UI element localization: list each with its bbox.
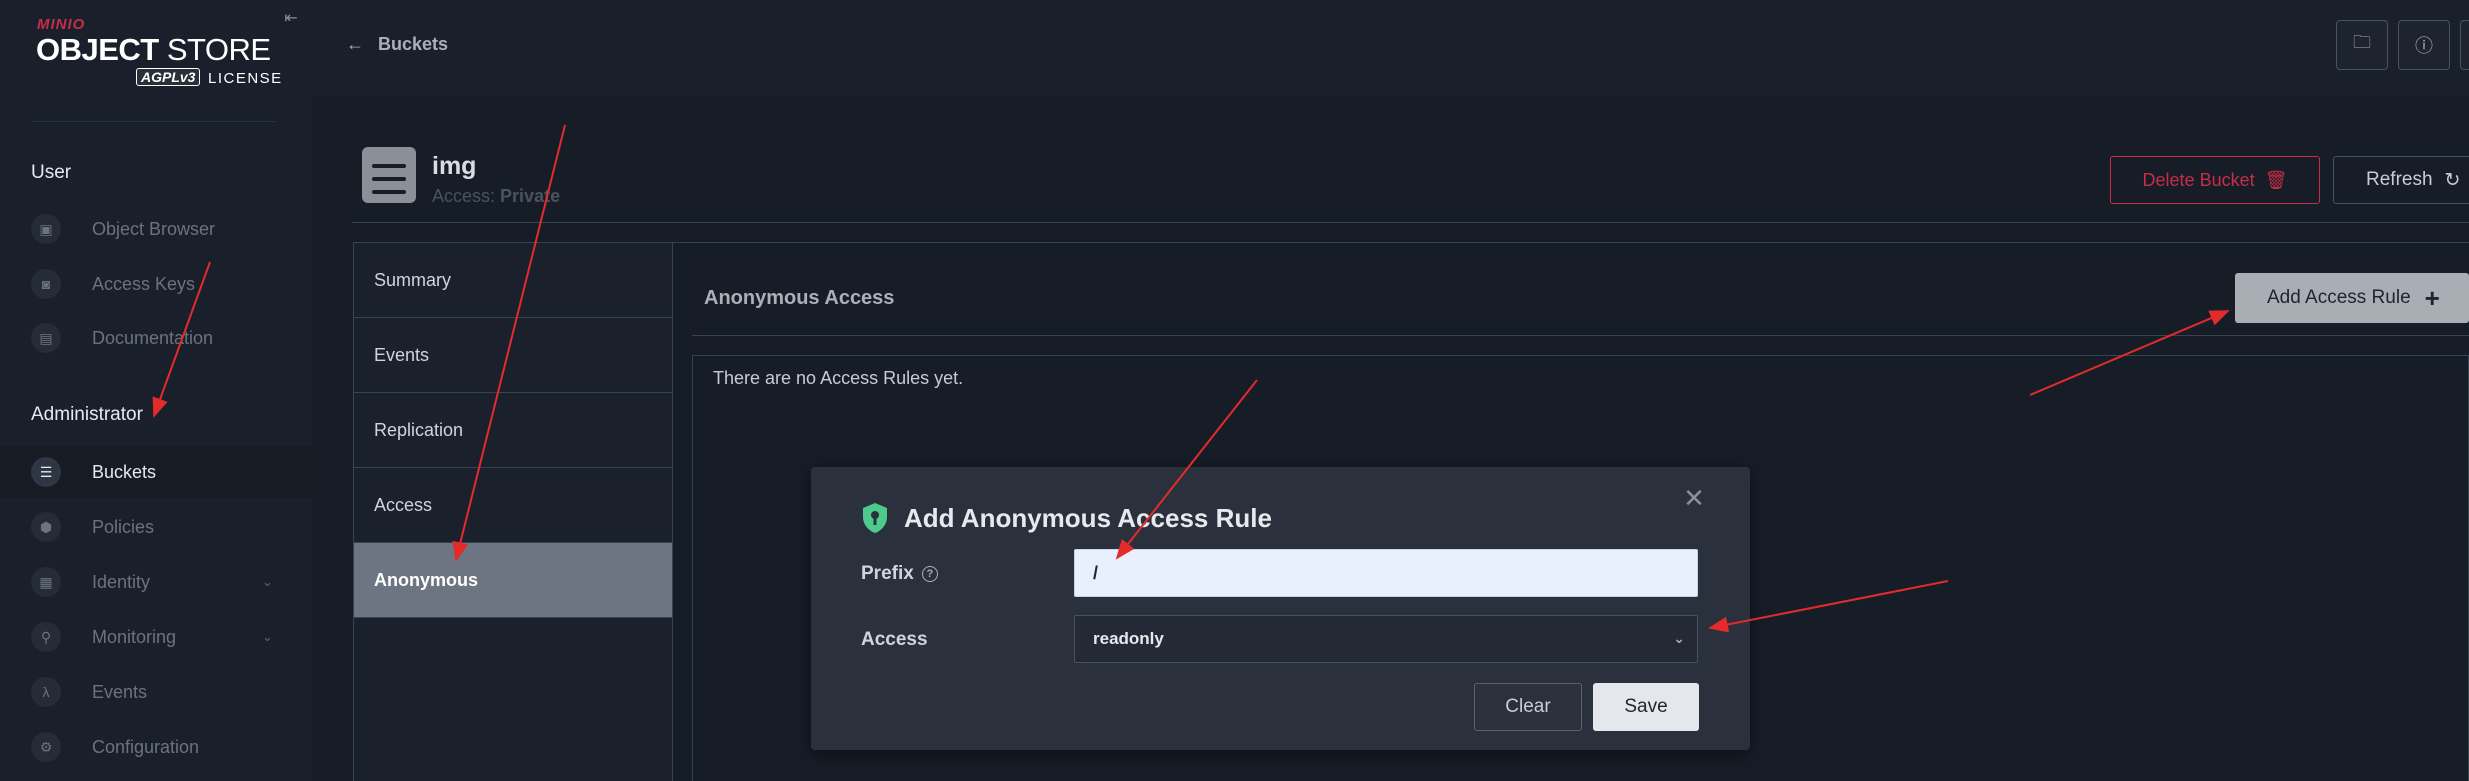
access-select-value: readonly	[1093, 629, 1164, 648]
sidebar-item-label: Object Browser	[92, 218, 216, 239]
sidebar-item-policies[interactable]: ⬢ Policies	[0, 501, 312, 553]
monitoring-icon: ⚲	[31, 622, 61, 652]
access-keys-icon: ◙	[31, 269, 61, 299]
sidebar-item-label: Policies	[92, 516, 155, 537]
sidebar-item-label: Access Keys	[92, 273, 196, 294]
delete-bucket-label: Delete Bucket	[2142, 169, 2255, 190]
sidebar-item-object-browser[interactable]: ▣ Object Browser	[0, 203, 312, 255]
sidebar-item-buckets[interactable]: ☰ Buckets	[0, 446, 312, 498]
documentation-icon: ▤	[31, 323, 61, 353]
bucket-large-icon	[362, 147, 416, 203]
sidebar-section-administrator: Administrator	[31, 404, 143, 425]
sidebar-item-label: Monitoring	[92, 626, 177, 647]
back-label: Buckets	[378, 34, 449, 54]
chevron-down-icon[interactable]: ⌄	[262, 629, 273, 645]
tab-events[interactable]: Events	[354, 318, 672, 393]
brand-license: LICENSE	[208, 70, 283, 87]
chevron-down-icon: ⌄	[1673, 630, 1685, 646]
collapse-sidebar-icon[interactable]: ⇤	[280, 8, 302, 30]
prefix-label: Prefix ?	[861, 563, 938, 585]
add-access-rule-button[interactable]: Add Access Rule +	[2235, 273, 2469, 323]
bucket-name: img	[432, 152, 477, 180]
tab-access[interactable]: Access	[354, 468, 672, 543]
gear-icon: ⚙	[31, 732, 61, 762]
header-divider	[352, 222, 2469, 223]
add-access-rule-modal: ✕ Add Anonymous Access Rule Prefix ? Acc…	[811, 467, 1750, 750]
brand-mini: MINIO	[37, 16, 86, 33]
object-browser-icon: ▣	[31, 214, 61, 244]
sidebar-item-label: Identity	[92, 571, 151, 592]
help-button[interactable]: ⓘ	[2398, 20, 2450, 70]
sidebar-item-access-keys[interactable]: ◙ Access Keys	[0, 258, 312, 310]
shield-icon	[863, 503, 887, 533]
access-label: Access	[861, 629, 928, 650]
sidebar-item-documentation[interactable]: ▤ Documentation	[0, 312, 312, 364]
close-icon[interactable]: ✕	[1679, 483, 1709, 513]
policies-icon: ⬢	[31, 512, 61, 542]
add-access-rule-label: Add Access Rule	[2267, 287, 2411, 308]
refresh-button[interactable]: Refresh ↻	[2333, 156, 2469, 204]
tab-anonymous[interactable]: Anonymous	[354, 543, 672, 618]
modal-title: Add Anonymous Access Rule	[904, 503, 1272, 533]
refresh-label: Refresh	[2366, 169, 2433, 190]
folder-button[interactable]: 🗀	[2336, 20, 2388, 70]
save-button[interactable]: Save	[1593, 683, 1699, 731]
sidebar-item-label: Documentation	[92, 327, 214, 348]
sidebar: MINIO OBJECT STORE AGPLv3 LICENSE ⇤ User…	[0, 0, 312, 781]
more-button[interactable]	[2460, 20, 2469, 70]
folder-icon: 🗀	[2353, 32, 2371, 52]
bucket-access: Access: Private	[432, 186, 561, 206]
sidebar-item-label: Configuration	[92, 736, 200, 757]
refresh-icon: ↻	[2444, 169, 2461, 191]
identity-icon: ▦	[31, 567, 61, 597]
sidebar-item-configuration[interactable]: ⚙ Configuration	[0, 721, 312, 773]
sidebar-item-identity[interactable]: ▦ Identity ⌄	[0, 556, 312, 608]
empty-rules-message: There are no Access Rules yet.	[713, 368, 964, 388]
sidebar-item-events[interactable]: λ Events	[0, 666, 312, 718]
sidebar-item-label: Buckets	[92, 461, 157, 482]
help-icon: ⓘ	[2415, 36, 2433, 56]
tab-replication[interactable]: Replication	[354, 393, 672, 468]
back-to-buckets-link[interactable]: ← Buckets	[346, 34, 448, 55]
minio-logo: MINIO OBJECT STORE AGPLv3 LICENSE	[36, 16, 296, 96]
trash-icon: 🗑	[2264, 169, 2288, 190]
bucket-icon: ☰	[31, 457, 61, 487]
clear-button[interactable]: Clear	[1474, 683, 1582, 731]
lambda-icon: λ	[31, 677, 61, 707]
delete-bucket-button[interactable]: Delete Bucket 🗑	[2110, 156, 2320, 204]
tab-summary[interactable]: Summary	[354, 243, 672, 318]
brand-divider	[32, 121, 276, 122]
chevron-down-icon[interactable]: ⌄	[262, 574, 273, 590]
arrow-left-icon: ←	[346, 34, 364, 54]
panel-divider	[692, 335, 2469, 336]
brand-object-store: OBJECT STORE	[36, 32, 271, 67]
panel-title: Anonymous Access	[704, 287, 895, 309]
prefix-input[interactable]	[1074, 549, 1698, 597]
brand-agpl: AGPLv3	[136, 68, 201, 86]
bucket-tabs: Summary Events Replication Access Anonym…	[353, 242, 673, 781]
topbar: ← Buckets 🗀 ⓘ	[312, 0, 2469, 96]
sidebar-item-label: Events	[92, 681, 148, 702]
plus-icon: +	[2424, 283, 2440, 313]
access-select[interactable]: readonly ⌄	[1074, 615, 1698, 663]
sidebar-item-monitoring[interactable]: ⚲ Monitoring ⌄	[0, 611, 312, 663]
question-icon[interactable]: ?	[921, 566, 938, 582]
sidebar-section-user: User	[31, 162, 72, 183]
